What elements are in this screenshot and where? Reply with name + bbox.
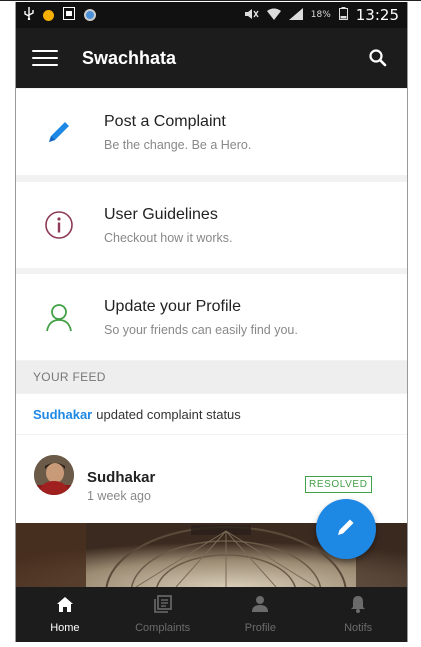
- update-profile-card[interactable]: Update your Profile So your friends can …: [16, 274, 407, 360]
- gallery-icon: [63, 7, 75, 23]
- user-guidelines-card[interactable]: User Guidelines Checkout how it works.: [16, 182, 407, 268]
- page-top-rule: [0, 0, 421, 1]
- home-icon: [56, 596, 74, 618]
- nav-notifs[interactable]: Notifs: [309, 587, 407, 642]
- card-title: Update your Profile: [104, 297, 241, 315]
- notification-dot-icon: [43, 9, 54, 21]
- card-title: Post a Complaint: [104, 112, 226, 130]
- app-title: Swachhata: [82, 47, 177, 68]
- chrome-icon: [84, 9, 96, 21]
- complaints-icon: [153, 595, 173, 618]
- status-time: 13:25: [355, 6, 399, 24]
- wifi-icon: [266, 8, 281, 23]
- pencil-icon: [34, 107, 84, 157]
- post-complaint-fab[interactable]: [316, 499, 376, 559]
- card-subtitle: Checkout how it works.: [104, 230, 233, 245]
- status-bar: 18% 13:25: [16, 2, 407, 28]
- person-icon: [34, 292, 84, 342]
- status-badge: RESOLVED: [305, 476, 372, 493]
- pencil-icon: [335, 516, 357, 543]
- bottom-navigation: Home Complaints Profile Notifs: [16, 587, 407, 642]
- feed-activity[interactable]: Sudhakar updated complaint status: [16, 394, 407, 434]
- profile-icon: [251, 595, 269, 618]
- battery-percent: 18%: [310, 10, 331, 20]
- nav-label: Profile: [244, 622, 276, 634]
- nav-profile[interactable]: Profile: [212, 587, 310, 642]
- nav-label: Complaints: [135, 622, 191, 634]
- bell-icon: [350, 595, 366, 618]
- card-title: User Guidelines: [104, 205, 218, 223]
- card-subtitle: Be the change. Be a Hero.: [104, 137, 252, 152]
- search-icon[interactable]: [367, 47, 389, 69]
- post-timestamp: 1 week ago: [87, 489, 151, 503]
- nav-label: Home: [50, 621, 80, 634]
- nav-home[interactable]: Home: [16, 587, 114, 642]
- nav-complaints[interactable]: Complaints: [114, 587, 212, 642]
- post-complaint-card[interactable]: Post a Complaint Be the change. Be a Her…: [16, 89, 407, 175]
- post-user-name[interactable]: Sudhakar: [87, 469, 155, 486]
- nav-label: Notifs: [344, 622, 373, 634]
- avatar[interactable]: [34, 455, 74, 495]
- feed-header: YOUR FEED: [16, 361, 407, 393]
- app-bar: Swachhata: [16, 28, 407, 88]
- feed-activity-text: updated complaint status: [96, 406, 241, 422]
- menu-icon[interactable]: [32, 48, 58, 68]
- mute-icon: [244, 8, 259, 23]
- card-subtitle: So your friends can easily find you.: [104, 322, 298, 337]
- usb-icon: [24, 7, 34, 23]
- info-icon: [34, 200, 84, 250]
- phone-screen: 18% 13:25 Swachhata Post a Complaint Be …: [15, 2, 408, 642]
- feed-activity-user-link[interactable]: Sudhakar: [33, 407, 92, 422]
- signal-icon: [288, 7, 303, 23]
- battery-icon: [338, 7, 348, 23]
